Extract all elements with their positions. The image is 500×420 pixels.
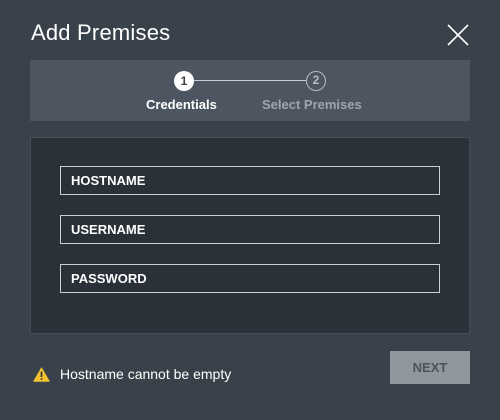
next-button[interactable]: NEXT bbox=[390, 351, 470, 384]
hostname-input[interactable] bbox=[60, 166, 440, 195]
close-button[interactable] bbox=[444, 21, 472, 49]
validation-text: Hostname cannot be empty bbox=[60, 366, 232, 382]
dialog-title: Add Premises bbox=[31, 20, 171, 45]
username-input[interactable] bbox=[60, 215, 440, 244]
credentials-form bbox=[30, 137, 470, 334]
step-2-label: Select Premises bbox=[262, 97, 362, 112]
password-input[interactable] bbox=[60, 264, 440, 293]
step-1-indicator: 1 bbox=[174, 71, 194, 91]
validation-message: Hostname cannot be empty bbox=[33, 364, 231, 384]
step-2-indicator: 2 bbox=[306, 71, 326, 91]
step-1-label: Credentials bbox=[146, 97, 217, 112]
warning-icon bbox=[33, 366, 50, 382]
close-icon bbox=[447, 24, 469, 46]
add-premises-dialog: Add Premises 1 2 Credentials Select Prem… bbox=[0, 0, 500, 420]
step-connector bbox=[194, 80, 306, 81]
stepper: 1 2 Credentials Select Premises bbox=[30, 60, 470, 121]
